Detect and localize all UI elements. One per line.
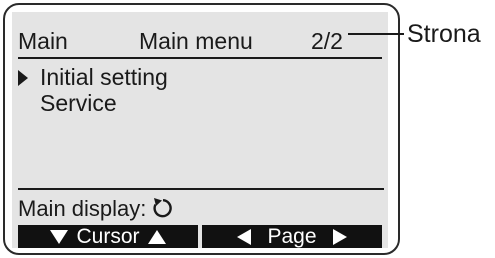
menu-item-initial-setting[interactable]: Initial setting <box>18 63 168 91</box>
menu-item-label: Initial setting <box>40 64 168 90</box>
page-right-icon <box>332 228 347 245</box>
lcd-screen: Main Main menu 2/2 Initial setting Servi… <box>12 12 388 248</box>
header-divider <box>18 57 382 59</box>
page-softkey[interactable]: Page <box>202 225 382 248</box>
annotation-leader-line <box>348 33 404 35</box>
page-title: Main menu <box>139 28 253 54</box>
menu-item-label: Service <box>40 90 117 116</box>
page-left-icon <box>237 228 252 245</box>
page-indicator: 2/2 <box>311 28 343 54</box>
annotation-label: Strona <box>407 20 481 48</box>
return-arrow-icon <box>150 197 173 226</box>
cursor-down-icon <box>50 229 69 244</box>
cursor-softkey-label: Cursor <box>76 225 140 248</box>
cursor-up-icon <box>147 229 166 244</box>
main-display-hint: Main display: <box>18 195 173 226</box>
menu-item-service[interactable]: Service <box>18 89 117 117</box>
selection-cursor-icon <box>18 63 40 91</box>
page-softkey-label: Page <box>267 225 317 248</box>
cursor-softkey[interactable]: Cursor <box>18 225 198 248</box>
footer-divider <box>18 188 384 190</box>
header-mode-label: Main <box>18 28 68 54</box>
main-display-label: Main display: <box>18 196 147 221</box>
